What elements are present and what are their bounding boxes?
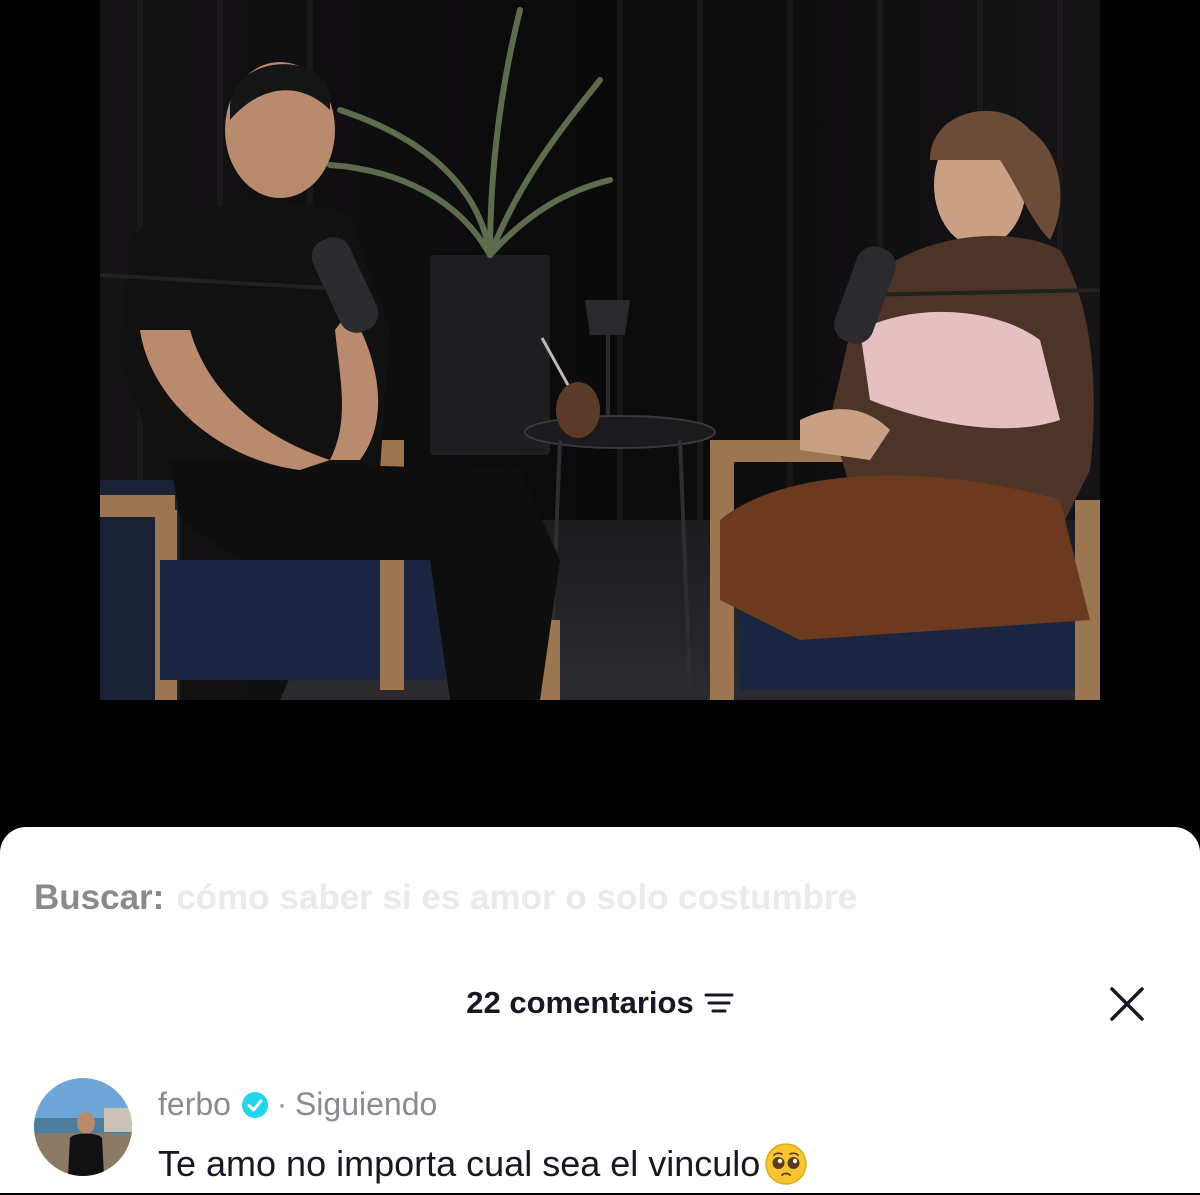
comment-text: Te amo no importa cual sea el vinculo (158, 1143, 761, 1184)
podcast-scene-image (100, 0, 1100, 700)
verified-check-icon (241, 1091, 269, 1119)
video-player[interactable] (0, 0, 1200, 830)
search-suggestion[interactable]: Buscar: cómo saber si es amor o solo cos… (34, 876, 857, 920)
follow-status: Siguiendo (294, 1086, 438, 1122)
filter-lines-icon[interactable] (704, 991, 734, 1015)
close-x-icon[interactable] (1107, 984, 1147, 1024)
close-button[interactable] (1105, 982, 1149, 1026)
comments-header: 22 comentarios (0, 980, 1200, 1026)
search-query[interactable]: cómo saber si es amor o solo costumbre (176, 878, 857, 918)
avatar[interactable] (34, 1078, 132, 1176)
separator-dot: · (276, 1087, 287, 1121)
pleading-face-emoji-icon (764, 1142, 808, 1186)
search-label: Buscar: (34, 878, 165, 917)
comment-item[interactable]: ferbo · Siguiendo Te amo no importa cual… (34, 1078, 1174, 1188)
comments-count: 22 comentarios (466, 985, 694, 1020)
username[interactable]: ferbo (158, 1086, 231, 1123)
comment-meta: ferbo · Siguiendo (158, 1086, 437, 1123)
comment-text-row: Te amo no importa cual sea el vinculo (158, 1142, 808, 1186)
video-frame[interactable] (100, 0, 1100, 700)
